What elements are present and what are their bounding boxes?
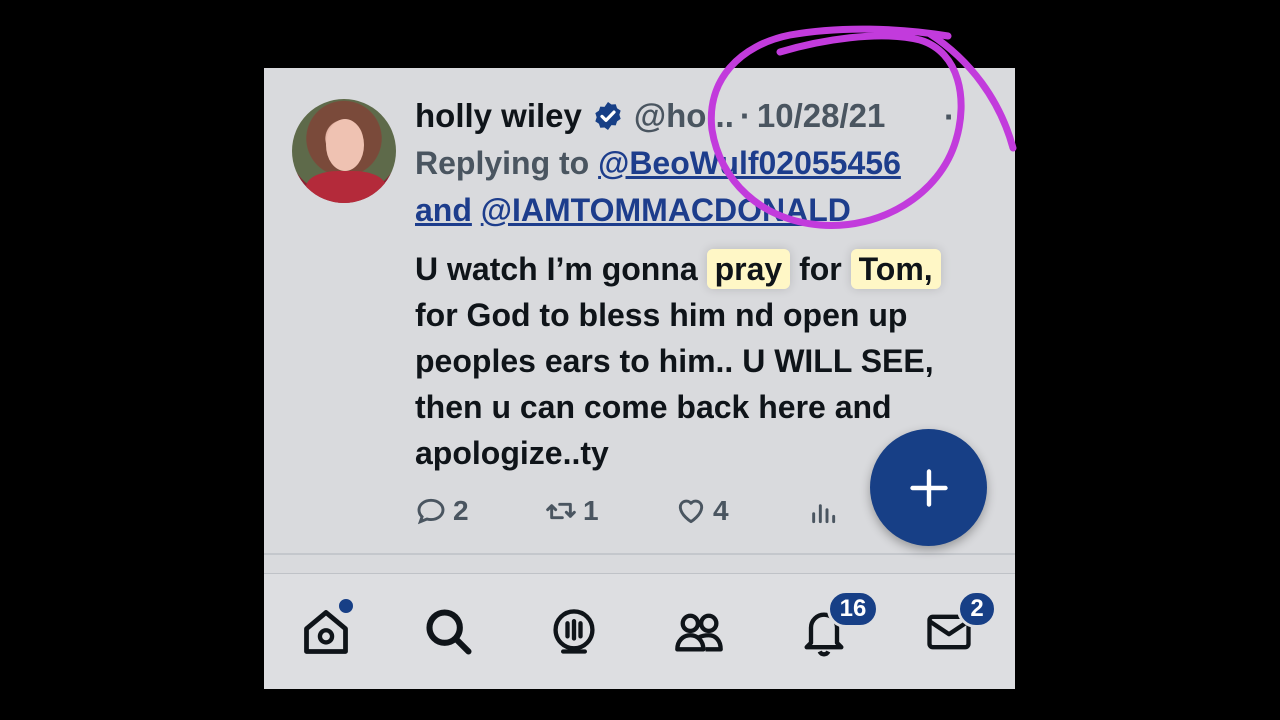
search-icon: [426, 609, 472, 655]
notifications-badge: 16: [827, 590, 879, 628]
like-button[interactable]: 4: [675, 495, 807, 527]
replying-prefix: Replying to: [415, 145, 590, 181]
retweet-icon: [546, 502, 576, 520]
tweet-actions: 2 1 4: [415, 492, 845, 530]
like-icon: [678, 499, 704, 524]
tweet-text-line: apologize..ty: [415, 435, 609, 471]
tab-communities[interactable]: [669, 602, 729, 662]
highlighted-word: pray: [706, 249, 791, 289]
author-name[interactable]: holly wiley: [415, 97, 582, 135]
plus-icon: [909, 468, 948, 507]
home-new-indicator: [337, 597, 355, 615]
views-icon: [812, 504, 836, 524]
highlighted-word: Tom,: [850, 249, 941, 289]
tweet-header: holly wiley @ho... · 10/28/21: [415, 94, 885, 138]
bottom-tab-bar: 16 2: [264, 574, 1015, 689]
author-handle[interactable]: @ho...: [634, 97, 734, 135]
avatar-face: [326, 119, 364, 171]
tweet-text-part: for: [799, 251, 842, 287]
tweet-text-line: then u can come back here and: [415, 389, 892, 425]
tab-spaces[interactable]: [544, 602, 604, 662]
reply-icon: [417, 498, 445, 525]
tweet-date[interactable]: 10/28/21: [757, 97, 885, 135]
replying-to: Replying to @BeoWulf02055456 and @IAMTOM…: [415, 140, 901, 234]
phone-screen: holly wiley @ho... · 10/28/21 · Replying…: [264, 68, 1015, 689]
verified-icon: [595, 102, 621, 130]
tweet-text-line: peoples ears to him.. U WILL SEE,: [415, 343, 934, 379]
reply-user-link-1[interactable]: @BeoWulf02055456: [598, 145, 901, 181]
divider: [264, 553, 1015, 555]
compose-button[interactable]: [870, 429, 987, 546]
tab-search[interactable]: [419, 602, 479, 662]
avatar[interactable]: [292, 99, 396, 203]
spaces-icon: [553, 609, 595, 654]
separator-dot: ·: [739, 97, 751, 134]
views-button[interactable]: [807, 495, 845, 527]
like-count: 4: [713, 495, 729, 526]
messages-badge: 2: [957, 590, 997, 628]
reply-count: 2: [453, 495, 469, 526]
reply-button[interactable]: 2: [415, 495, 545, 527]
tweet-text-part: U watch I’m gonna: [415, 251, 698, 287]
more-options-icon[interactable]: ·: [944, 98, 955, 136]
communities-icon: [675, 613, 723, 652]
reply-and: and: [415, 192, 472, 228]
avatar-shirt: [306, 171, 386, 203]
reply-user-link-2[interactable]: @IAMTOMMACDONALD: [481, 192, 851, 228]
tweet-text-line: for God to bless him nd open up: [415, 297, 908, 333]
retweet-button[interactable]: 1: [545, 495, 675, 527]
retweet-count: 1: [583, 495, 599, 526]
